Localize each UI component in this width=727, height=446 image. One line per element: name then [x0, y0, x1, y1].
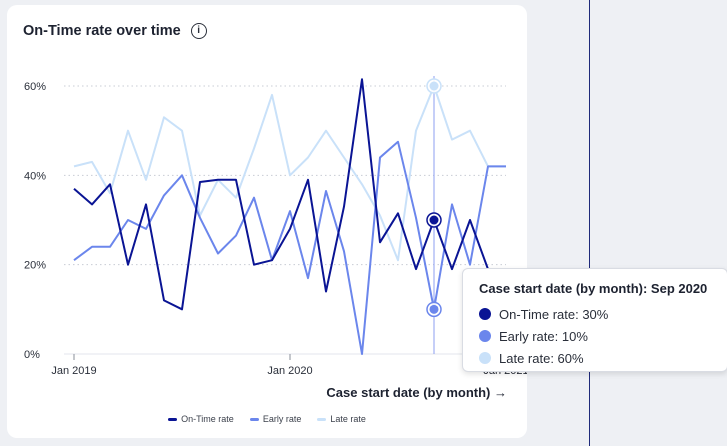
- line-chart: 0%20%40%60%Jan 2019Jan 2020Jan 2021: [24, 76, 527, 377]
- series-line-ontime: [73, 78, 507, 311]
- tooltip-row-early: Early rate: 10%: [479, 325, 711, 347]
- chart-card: On-Time rate over time i 0% 20% 40% 60% Jan …: [7, 5, 527, 438]
- tooltip-dot-early: [479, 330, 491, 342]
- y-tick-label: 60%: [24, 81, 46, 93]
- tooltip-text-early: Early rate: 10%: [499, 328, 588, 344]
- highlight-point-ontime: [429, 215, 439, 225]
- tooltip-row-late: Late rate: 60%: [479, 347, 711, 369]
- y-tick-label: 20%: [24, 260, 46, 272]
- tooltip-text-ontime: On-Time rate: 30%: [499, 306, 609, 322]
- tooltip-row-ontime: On-Time rate: 30%: [479, 303, 711, 325]
- legend-label-ontime: On-Time rate: [181, 414, 234, 424]
- legend-label-early: Early rate: [262, 414, 302, 424]
- y-tick-label: 40%: [24, 170, 46, 182]
- tooltip-dot-late: [479, 352, 491, 364]
- x-tick-label: Jan 2020: [267, 365, 312, 377]
- legend-item-early[interactable]: Early rate: [249, 414, 302, 424]
- highlight-point-early: [429, 304, 439, 314]
- legend-item-late[interactable]: Late rate: [317, 414, 366, 424]
- chart-tooltip: Case start date (by month): Sep 2020 On-…: [462, 268, 727, 372]
- tooltip-dot-ontime: [479, 308, 491, 320]
- x-axis-title[interactable]: Case start date (by month) →: [326, 385, 507, 400]
- legend: On-Time rate Early rate Late rate: [7, 414, 527, 424]
- legend-swatch-ontime: [168, 417, 178, 421]
- legend-swatch-late: [317, 417, 327, 421]
- legend-label-late: Late rate: [330, 414, 366, 424]
- legend-swatch-early: [249, 417, 259, 421]
- tooltip-text-late: Late rate: 60%: [499, 350, 584, 366]
- highlight-point-late: [429, 81, 439, 91]
- series-line-late: [73, 85, 506, 262]
- x-axis-title-label: Case start date (by month) →: [326, 385, 507, 400]
- x-tick-label: Jan 2019: [51, 365, 96, 377]
- legend-item-ontime[interactable]: On-Time rate: [168, 414, 234, 424]
- divider-line: [589, 0, 590, 446]
- tooltip-title: Case start date (by month): Sep 2020: [479, 281, 708, 296]
- y-tick-label: 0%: [24, 349, 40, 361]
